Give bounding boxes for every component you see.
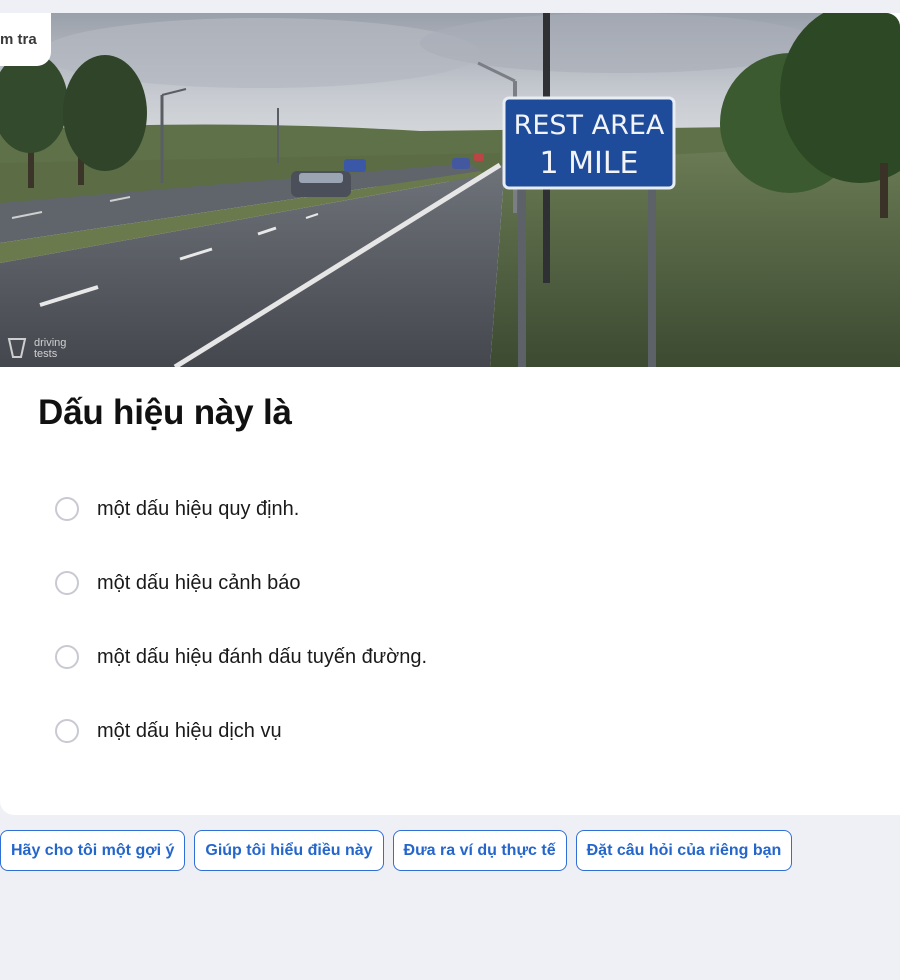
radio-circle-icon[interactable] — [55, 497, 79, 521]
watermark-line-2: tests — [34, 348, 58, 360]
answer-options: một dấu hiệu quy định. một dấu hiệu cảnh… — [55, 492, 427, 788]
radio-circle-icon[interactable] — [55, 645, 79, 669]
test-tab-label: m tra — [0, 31, 37, 48]
radio-circle-icon[interactable] — [55, 719, 79, 743]
ask-question-button[interactable]: Đặt câu hỏi của riêng bạn — [575, 830, 793, 871]
answer-option-label: một dấu hiệu cảnh báo — [97, 571, 301, 594]
hint-button[interactable]: Hãy cho tôi một gợi ý — [0, 830, 186, 871]
answer-option-label: một dấu hiệu quy định. — [97, 497, 300, 520]
help-actions: Hãy cho tôi một gợi ý Giúp tôi hiểu điều… — [0, 830, 793, 871]
test-tab[interactable]: m tra — [0, 13, 51, 66]
question-image: REST AREA 1 MILE driving tests — [0, 13, 900, 367]
answer-option[interactable]: một dấu hiệu dịch vụ — [55, 714, 427, 748]
answer-option-label: một dấu hiệu đánh dấu tuyến đường. — [97, 645, 428, 668]
sign-line-2: 1 MILE — [539, 146, 638, 181]
answer-option-label: một dấu hiệu dịch vụ — [97, 719, 282, 742]
explain-button[interactable]: Giúp tôi hiểu điều này — [194, 830, 384, 871]
page: m tra REST AREA 1 MILE driving tests Dấu… — [0, 0, 900, 980]
answer-option[interactable]: một dấu hiệu quy định. — [55, 492, 427, 526]
real-example-button[interactable]: Đưa ra ví dụ thực tế — [392, 830, 567, 871]
question-card: m tra REST AREA 1 MILE driving tests Dấu… — [0, 13, 900, 815]
answer-option[interactable]: một dấu hiệu đánh dấu tuyến đường. — [55, 640, 427, 674]
sign-line-1: REST AREA — [514, 110, 665, 141]
answer-option[interactable]: một dấu hiệu cảnh báo — [55, 566, 427, 600]
question-title: Dấu hiệu này là — [38, 393, 292, 432]
radio-circle-icon[interactable] — [55, 571, 79, 595]
